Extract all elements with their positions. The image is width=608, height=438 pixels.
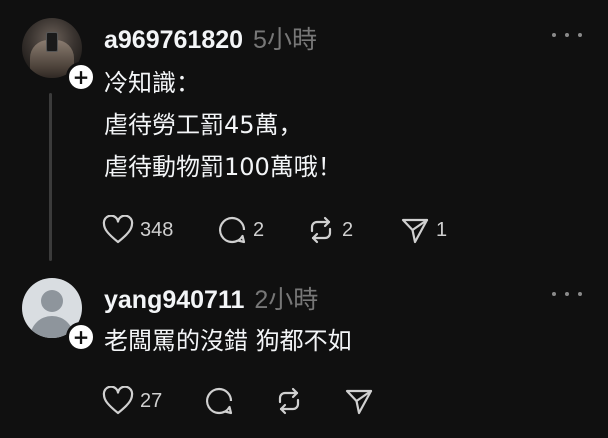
more-dot xyxy=(552,33,556,37)
more-dot xyxy=(565,292,569,296)
comment-icon xyxy=(219,216,246,244)
more-dot xyxy=(552,292,556,296)
like-button[interactable]: 27 xyxy=(102,386,204,416)
more-icon[interactable] xyxy=(552,289,582,299)
thread-line xyxy=(49,93,52,261)
post-header: yang940711 2小時 xyxy=(104,280,318,316)
post-body: 冷知識： 虐待勞工罰45萬， 虐待動物罰100萬哦！ xyxy=(104,62,342,188)
default-avatar-head xyxy=(41,290,63,312)
comment-count: 2 xyxy=(253,218,265,241)
action-bar: 27 xyxy=(102,386,374,416)
avatar-container[interactable]: + xyxy=(22,18,96,92)
avatar-phone xyxy=(46,32,58,52)
repost-icon xyxy=(310,216,332,244)
comment-button[interactable] xyxy=(204,386,274,416)
post-header: a969761820 5小時 xyxy=(104,20,317,56)
share-icon xyxy=(401,218,429,244)
like-count: 348 xyxy=(140,218,174,241)
repost-count: 2 xyxy=(342,218,354,241)
share-icon xyxy=(345,389,373,415)
repost-icon xyxy=(278,387,300,415)
like-button[interactable]: 348 xyxy=(102,215,217,245)
post-line: 虐待勞工罰45萬， xyxy=(104,111,303,139)
heart-icon xyxy=(102,215,134,244)
username[interactable]: a969761820 xyxy=(104,26,243,55)
more-icon[interactable] xyxy=(552,30,582,40)
comment-button[interactable]: 2 xyxy=(217,215,306,245)
follow-plus-icon[interactable]: + xyxy=(66,322,96,352)
follow-plus-icon[interactable]: + xyxy=(66,62,96,92)
comment-icon xyxy=(206,387,233,415)
post-body: 老闆罵的沒錯 狗都不如 xyxy=(104,320,352,362)
share-button[interactable]: 1 xyxy=(400,215,447,245)
like-count: 27 xyxy=(140,389,163,412)
username[interactable]: yang940711 xyxy=(104,286,244,315)
heart-icon xyxy=(102,386,134,415)
post-line: 冷知識： xyxy=(104,69,200,97)
more-dot xyxy=(565,33,569,37)
more-dot xyxy=(578,33,582,37)
repost-button[interactable]: 2 xyxy=(306,215,400,245)
post-line: 老闆罵的沒錯 狗都不如 xyxy=(104,327,352,355)
action-bar: 348 2 2 1 xyxy=(102,215,447,245)
post-line: 虐待動物罰100萬哦！ xyxy=(104,153,342,181)
more-dot xyxy=(578,292,582,296)
share-button[interactable] xyxy=(344,386,374,416)
repost-button[interactable] xyxy=(274,386,344,416)
share-count: 1 xyxy=(436,218,448,241)
timestamp: 5小時 xyxy=(253,26,317,54)
avatar-container[interactable]: + xyxy=(22,278,96,352)
timestamp: 2小時 xyxy=(254,286,319,314)
